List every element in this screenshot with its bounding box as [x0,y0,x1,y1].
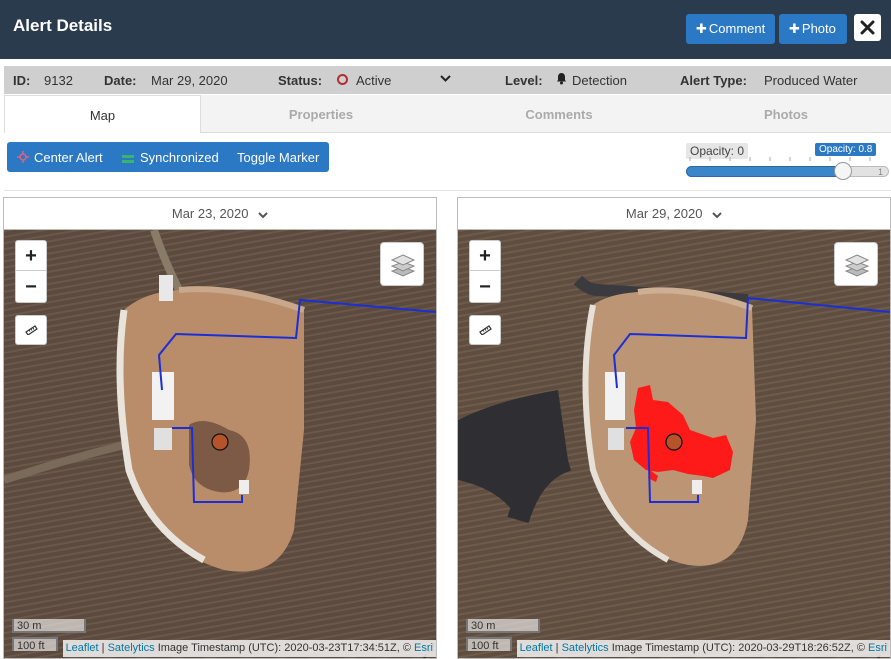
tab-map[interactable]: Map [4,95,201,133]
alert-type-label: Alert Type: [680,73,747,88]
status-label: Status: [278,73,323,88]
map-attribution: Leaflet | Satelytics Image Timestamp (UT… [516,640,890,657]
status-dropdown-toggle[interactable] [440,71,451,88]
measure-button[interactable] [15,315,47,345]
layers-icon [390,254,416,277]
ruler-icon [25,325,38,335]
scale-bar-meters: 30 m [12,619,86,633]
center-alert-button[interactable]: Center Alert [34,150,103,165]
toggle-marker-button[interactable]: Toggle Marker [237,150,319,165]
status-select[interactable]: Active [356,73,391,88]
satelytics-link[interactable]: Satelytics [562,642,609,654]
add-photo-button[interactable]: ✚ Photo [779,14,847,44]
add-comment-button[interactable]: ✚ Comment [686,14,775,44]
satellite-map-before[interactable]: + − 30 m 100 ft Leaflet | Satelytics Ima… [4,230,436,658]
scale-bar-feet: 100 ft [466,637,512,652]
satellite-image-before [4,230,436,658]
image-timestamp: Image Timestamp (UTC): 2020-03-23T17:34:… [154,642,415,654]
id-label: ID: [13,73,31,88]
detail-tabs: Map Properties Comments Photos [4,95,891,133]
image-date-select-after[interactable]: Mar 29, 2020 [458,198,890,230]
esri-link[interactable]: Esri [414,642,433,654]
esri-link[interactable]: Esri [868,642,887,654]
map-panel-before: Mar 23, 2020 + − 30 m 100 ft Leaflet | S… [3,197,437,659]
slider-ticks [689,157,871,161]
chevron-down-icon [712,199,722,231]
toolbar-divider [4,190,891,191]
tab-photos[interactable]: Photos [691,95,881,133]
scale-bar-meters: 30 m [466,619,540,633]
plus-icon: ✚ [789,21,800,36]
modal-title: Alert Details [13,16,113,35]
layers-icon [844,254,870,277]
opacity-max-label: 1 [878,167,884,177]
bell-icon [556,72,567,88]
attribution-separator: | [98,642,108,654]
attribution-separator: | [552,642,562,654]
opacity-slider[interactable]: Opacity: 0 Opacity: 0.8 1 [684,143,891,183]
map-toolbar: Center Alert Synchronized Toggle Marker [7,142,329,172]
alert-type-value: Produced Water [764,73,858,88]
satellite-image-after [458,230,890,658]
zoom-control: + − [15,240,47,303]
zoom-control: + − [469,240,501,303]
map-panel-after: Mar 29, 2020 + − 30 m 100 ft Leaflet | S… [457,197,891,659]
opacity-handle[interactable] [834,162,852,180]
zoom-out-button[interactable]: − [470,272,500,302]
date-label: Date: [104,73,137,88]
map-attribution: Leaflet | Satelytics Image Timestamp (UT… [62,640,436,657]
layers-button[interactable] [380,242,424,286]
image-date-select-before[interactable]: Mar 23, 2020 [4,198,436,230]
satelytics-link[interactable]: Satelytics [108,642,155,654]
chevron-down-icon [440,75,451,82]
level-label: Level: [505,73,543,88]
date-value: Mar 29, 2020 [151,73,228,88]
ruler-icon [479,325,492,335]
opacity-fill [686,166,843,177]
add-comment-label: Comment [708,21,766,36]
leaflet-link[interactable]: Leaflet [520,642,553,654]
id-value: 9132 [44,73,73,88]
measure-button[interactable] [469,315,501,345]
close-icon [860,20,875,35]
add-photo-label: Photo [801,21,836,36]
zoom-out-button[interactable]: − [16,272,46,302]
modal-header: Alert Details ✚ Comment ✚ Photo [0,0,891,59]
chevron-down-icon [258,199,268,231]
scale-bar-feet: 100 ft [12,637,58,652]
satellite-map-after[interactable]: + − 30 m 100 ft Leaflet | Satelytics Ima… [458,230,890,658]
sync-icon [122,152,134,167]
zoom-in-button[interactable]: + [16,241,46,271]
image-date-after: Mar 29, 2020 [625,206,703,221]
close-button[interactable] [854,14,881,41]
leaflet-link[interactable]: Leaflet [66,642,99,654]
alert-info-bar: ID: 9132 Date: Mar 29, 2020 Status: Acti… [4,66,891,94]
status-circle-icon [337,74,348,85]
tab-properties[interactable]: Properties [226,95,416,133]
layers-button[interactable] [834,242,878,286]
tab-comments[interactable]: Comments [464,95,654,133]
synchronized-toggle[interactable]: Synchronized [140,150,219,165]
plus-icon: ✚ [696,21,707,36]
image-timestamp: Image Timestamp (UTC): 2020-03-29T18:26:… [608,642,869,654]
image-date-before: Mar 23, 2020 [171,206,249,221]
zoom-in-button[interactable]: + [470,241,500,271]
crosshair-icon [17,151,29,166]
level-value: Detection [572,73,627,88]
